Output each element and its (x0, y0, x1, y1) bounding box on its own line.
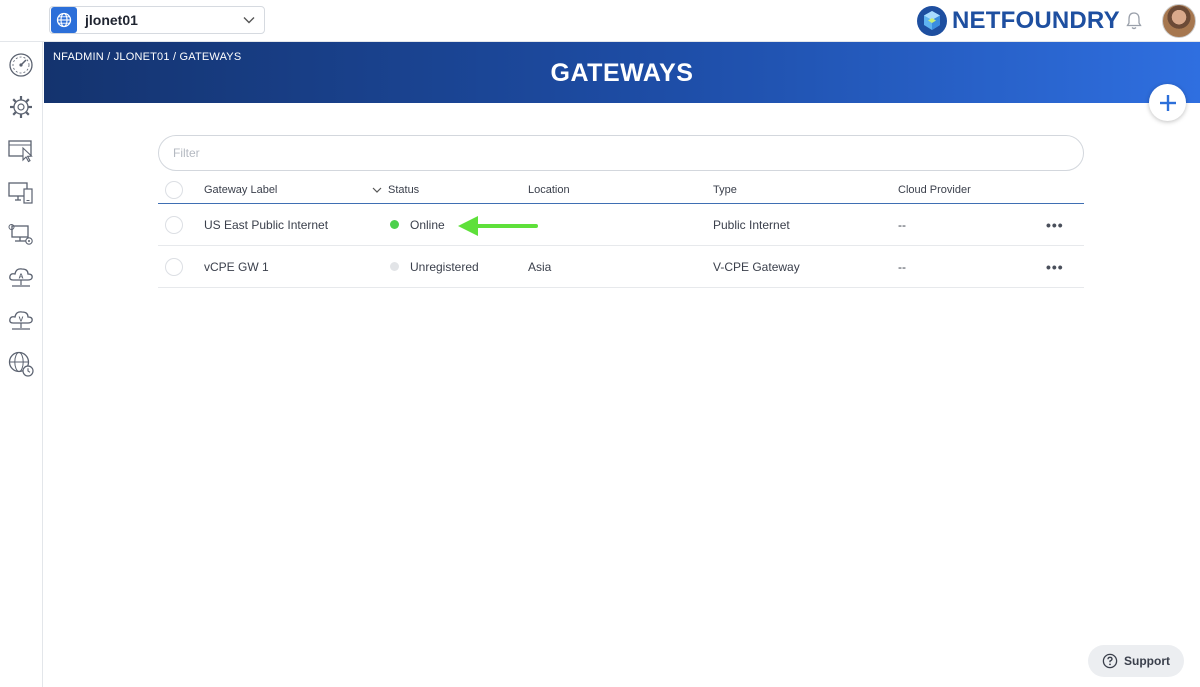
page-title: GATEWAYS (550, 59, 694, 87)
gateway-status: Unregistered (390, 246, 479, 287)
services-icon[interactable] (7, 136, 35, 164)
network-history-icon[interactable] (7, 350, 35, 378)
gateway-label: US East Public Internet (204, 217, 329, 232)
column-header-cloud-provider[interactable]: Cloud Provider (898, 176, 971, 203)
status-dot-unregistered (390, 262, 399, 271)
column-header-location[interactable]: Location (528, 176, 570, 203)
row-actions-menu[interactable]: ••• (1046, 246, 1064, 287)
table-row[interactable]: vCPE GW 1 Unregistered Asia V-CPE Gatewa… (158, 246, 1084, 288)
filter-input[interactable] (158, 135, 1084, 171)
table-row[interactable]: US East Public Internet Online Public In… (158, 204, 1084, 246)
bell-icon[interactable] (1125, 11, 1143, 31)
gateway-cloud-provider: -- (898, 259, 906, 274)
svg-text:A: A (18, 274, 23, 281)
status-dot-online (390, 220, 399, 229)
chevron-down-icon (243, 17, 255, 24)
gateway-cloud-provider: -- (898, 217, 906, 232)
endpoints-icon[interactable] (7, 179, 35, 207)
top-bar: jlonet01 NETFOUNDRY (0, 0, 1200, 42)
svg-text:V: V (19, 317, 24, 324)
network-name: jlonet01 (85, 12, 138, 28)
network-selector[interactable]: jlonet01 (49, 6, 265, 34)
gateway-type: Public Internet (713, 217, 790, 232)
annotation-arrow-icon (458, 216, 538, 236)
netfoundry-logo: NETFOUNDRY (916, 5, 1120, 37)
column-header-type[interactable]: Type (713, 176, 737, 203)
gateway-label: vCPE GW 1 (204, 259, 269, 274)
netfoundry-logo-icon (917, 6, 947, 36)
table-header: Gateway Label Status Location Type Cloud… (158, 176, 1084, 204)
appwans-icon[interactable]: A (7, 264, 35, 292)
avatar[interactable] (1162, 4, 1196, 38)
globe-icon (51, 7, 77, 33)
gateways-icon[interactable] (7, 221, 35, 249)
sort-chevron-icon (372, 187, 382, 193)
status-text: Online (410, 217, 445, 232)
row-actions-menu[interactable]: ••• (1046, 204, 1064, 245)
column-header-status-label: Status (388, 183, 420, 196)
row-checkbox[interactable] (165, 204, 183, 245)
add-gateway-button[interactable] (1149, 84, 1186, 121)
row-checkbox[interactable] (165, 246, 183, 287)
gateways-table: Gateway Label Status Location Type Cloud… (158, 176, 1084, 288)
support-button[interactable]: Support (1088, 645, 1184, 677)
column-header-label[interactable]: Gateway Label (204, 176, 277, 203)
gateway-type: V-CPE Gateway (713, 259, 800, 274)
plus-icon (1159, 94, 1176, 111)
column-header-status[interactable]: Status (372, 176, 419, 203)
dashboard-icon[interactable] (7, 51, 35, 79)
select-all-checkbox[interactable] (165, 176, 183, 203)
page-header: NFADMIN / JLONET01 / GATEWAYS GATEWAYS (44, 42, 1200, 103)
gateway-status: Online (390, 204, 445, 245)
vpn-icon[interactable]: V (7, 307, 35, 335)
gateway-location: Asia (528, 259, 552, 274)
status-text: Unregistered (410, 259, 479, 274)
brand-name: NETFOUNDRY (952, 7, 1120, 34)
support-label: Support (1124, 654, 1170, 668)
settings-icon[interactable] (7, 93, 35, 121)
help-icon (1102, 653, 1118, 669)
sidebar: A V (0, 42, 43, 687)
